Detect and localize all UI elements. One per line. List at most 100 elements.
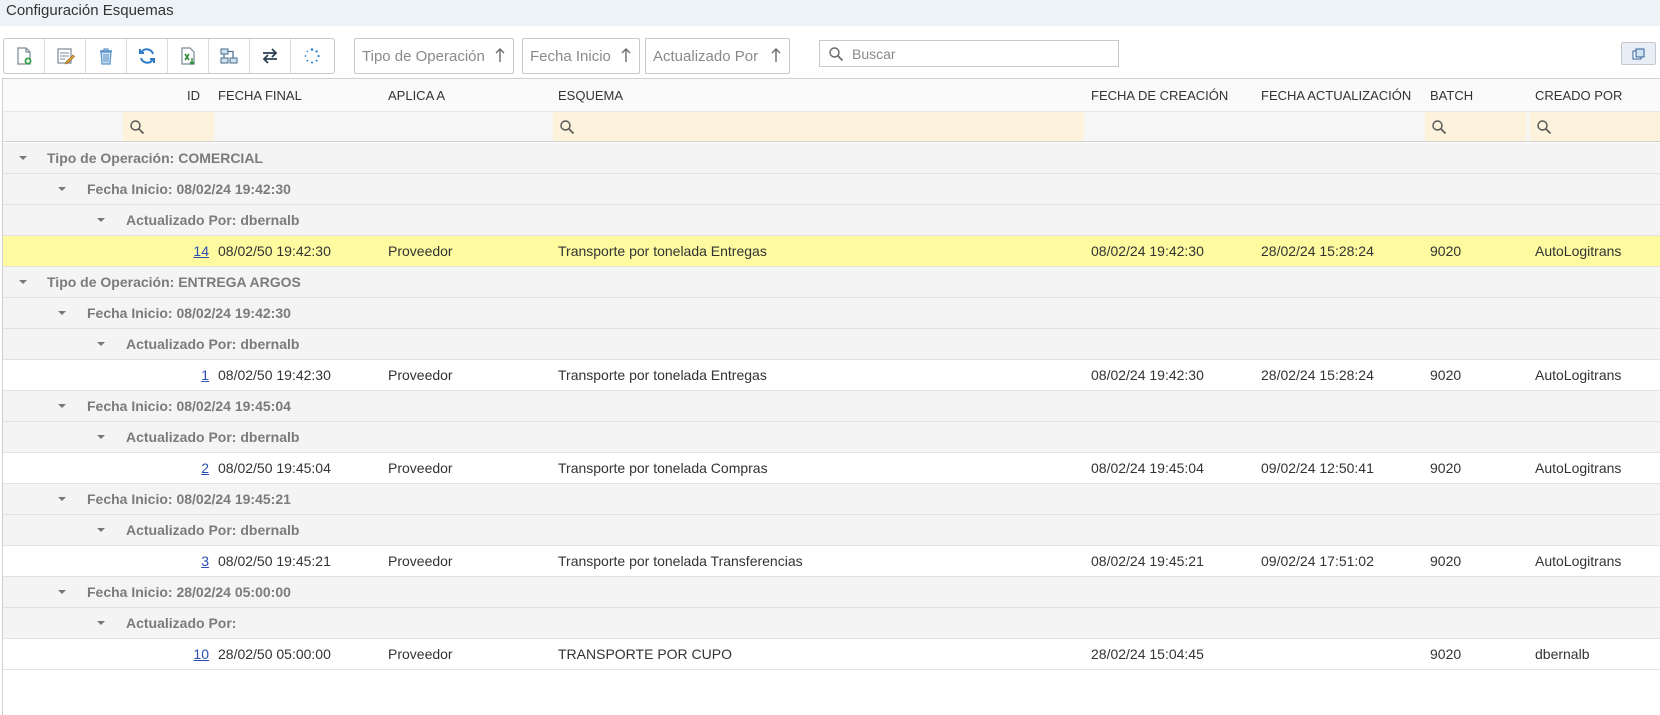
table-row[interactable]: 14 08/02/50 19:42:30 Proveedor Transport… bbox=[3, 236, 1660, 267]
column-header-creado-por[interactable]: CREADO POR bbox=[1535, 88, 1622, 103]
id-link[interactable]: 1 bbox=[169, 367, 209, 383]
group-chip-tipo-operacion[interactable]: Tipo de Operación bbox=[354, 38, 514, 74]
group-row[interactable]: Fecha Inicio: 08/02/24 19:42:30 bbox=[3, 298, 1660, 329]
id-link[interactable]: 3 bbox=[169, 553, 209, 569]
search-icon bbox=[1432, 120, 1447, 135]
collapse-caret-icon[interactable] bbox=[57, 494, 67, 504]
group-chip-label: Fecha Inicio bbox=[530, 47, 611, 65]
cell-fecha-final: 08/02/50 19:45:04 bbox=[218, 460, 331, 476]
table-row[interactable]: 3 08/02/50 19:45:21 Proveedor Transporte… bbox=[3, 546, 1660, 577]
column-header-fecha-creacion[interactable]: FECHA DE CREACIÓN bbox=[1091, 88, 1228, 103]
column-header-id[interactable]: ID bbox=[187, 88, 200, 103]
filter-cell-batch[interactable] bbox=[1425, 112, 1526, 141]
group-label: Actualizado Por: dbernalb bbox=[126, 212, 300, 228]
sort-ascending-icon[interactable] bbox=[494, 46, 506, 64]
filter-cell-esquema[interactable] bbox=[553, 112, 1084, 141]
collapse-caret-icon[interactable] bbox=[57, 401, 67, 411]
column-header-esquema[interactable]: ESQUEMA bbox=[558, 88, 623, 103]
excel-export-icon bbox=[181, 47, 195, 65]
edit-button[interactable] bbox=[45, 39, 86, 73]
group-label: Fecha Inicio: 08/02/24 19:45:04 bbox=[87, 398, 291, 414]
collapse-caret-icon[interactable] bbox=[18, 277, 28, 287]
group-row[interactable]: Fecha Inicio: 08/02/24 19:42:30 bbox=[3, 174, 1660, 205]
cell-fecha-creacion: 08/02/24 19:42:30 bbox=[1091, 243, 1204, 259]
cell-batch: 9020 bbox=[1430, 243, 1462, 259]
toolbar bbox=[3, 38, 335, 74]
cell-creado-por: AutoLogitrans bbox=[1535, 243, 1622, 259]
collapse-caret-icon[interactable] bbox=[96, 339, 106, 349]
swap-button[interactable] bbox=[250, 39, 291, 73]
group-label: Fecha Inicio: 28/02/24 05:00:00 bbox=[87, 584, 291, 600]
table-row[interactable]: 1 08/02/50 19:42:30 Proveedor Transporte… bbox=[3, 360, 1660, 391]
column-header-fecha-final[interactable]: FECHA FINAL bbox=[218, 88, 302, 103]
collapse-caret-icon[interactable] bbox=[96, 215, 106, 225]
cell-fecha-actualizacion: 09/02/24 12:50:41 bbox=[1261, 460, 1374, 476]
cell-aplica-a: Proveedor bbox=[388, 243, 453, 259]
panel-icon bbox=[1632, 48, 1644, 59]
page-title: Configuración Esquemas bbox=[6, 2, 174, 19]
hierarchy-button[interactable] bbox=[209, 39, 250, 73]
filter-cell-id[interactable] bbox=[123, 112, 214, 141]
collapse-caret-icon[interactable] bbox=[96, 432, 106, 442]
group-label: Actualizado Por: dbernalb bbox=[126, 429, 300, 445]
id-link[interactable]: 14 bbox=[169, 243, 209, 259]
cell-fecha-creacion: 08/02/24 19:42:30 bbox=[1091, 367, 1204, 383]
collapse-caret-icon[interactable] bbox=[57, 587, 67, 597]
group-row[interactable]: Fecha Inicio: 08/02/24 19:45:04 bbox=[3, 391, 1660, 422]
search-icon bbox=[1537, 120, 1552, 135]
group-chip-label: Tipo de Operación bbox=[362, 47, 485, 65]
filter-cell-creado-por[interactable] bbox=[1530, 112, 1660, 141]
group-label: Actualizado Por: bbox=[126, 615, 237, 631]
group-label: Actualizado Por: dbernalb bbox=[126, 336, 300, 352]
search-input[interactable] bbox=[852, 45, 1112, 62]
id-link[interactable]: 2 bbox=[169, 460, 209, 476]
group-row[interactable]: Actualizado Por: bbox=[3, 608, 1660, 639]
table-row[interactable]: 10 28/02/50 05:00:00 Proveedor TRANSPORT… bbox=[3, 639, 1660, 670]
refresh-icon bbox=[139, 48, 155, 64]
group-row[interactable]: Tipo de Operación: ENTREGA ARGOS bbox=[3, 267, 1660, 298]
column-header-aplica-a[interactable]: APLICA A bbox=[388, 88, 445, 103]
id-link[interactable]: 10 bbox=[169, 646, 209, 662]
cell-esquema: Transporte por tonelada Compras bbox=[558, 460, 768, 476]
group-row[interactable]: Actualizado Por: dbernalb bbox=[3, 205, 1660, 236]
loading-button[interactable] bbox=[291, 39, 332, 73]
collapse-caret-icon[interactable] bbox=[57, 184, 67, 194]
group-row[interactable]: Actualizado Por: dbernalb bbox=[3, 422, 1660, 453]
group-chip-fecha-inicio[interactable]: Fecha Inicio bbox=[522, 38, 640, 74]
group-row[interactable]: Tipo de Operación: COMERCIAL bbox=[3, 143, 1660, 174]
cell-batch: 9020 bbox=[1430, 553, 1462, 569]
refresh-button[interactable] bbox=[127, 39, 168, 73]
collapse-caret-icon[interactable] bbox=[96, 618, 106, 628]
cell-aplica-a: Proveedor bbox=[388, 460, 453, 476]
panel-toggle-button[interactable] bbox=[1621, 42, 1656, 65]
title-bar: Configuración Esquemas bbox=[0, 0, 1660, 26]
cell-fecha-actualizacion: 28/02/24 15:28:24 bbox=[1261, 243, 1374, 259]
cell-esquema: Transporte por tonelada Transferencias bbox=[558, 553, 803, 569]
new-record-button[interactable] bbox=[4, 39, 45, 73]
export-excel-button[interactable] bbox=[168, 39, 209, 73]
cell-esquema: Transporte por tonelada Entregas bbox=[558, 243, 767, 259]
column-header-batch[interactable]: BATCH bbox=[1430, 88, 1473, 103]
group-label: Tipo de Operación: ENTREGA ARGOS bbox=[47, 274, 301, 290]
group-row[interactable]: Fecha Inicio: 08/02/24 19:45:21 bbox=[3, 484, 1660, 515]
group-row[interactable]: Actualizado Por: dbernalb bbox=[3, 329, 1660, 360]
cell-creado-por: AutoLogitrans bbox=[1535, 367, 1622, 383]
loading-icon bbox=[304, 48, 320, 64]
cell-esquema: TRANSPORTE POR CUPO bbox=[558, 646, 732, 662]
collapse-caret-icon[interactable] bbox=[96, 525, 106, 535]
grid-header: ID FECHA FINAL APLICA A ESQUEMA FECHA DE… bbox=[3, 79, 1660, 112]
group-chip-actualizado-por[interactable]: Actualizado Por bbox=[645, 38, 790, 74]
column-header-fecha-actualizacion[interactable]: FECHA ACTUALIZACIÓN bbox=[1261, 88, 1411, 103]
sort-ascending-icon[interactable] bbox=[620, 46, 632, 64]
hierarchy-icon bbox=[220, 48, 238, 64]
sort-ascending-icon[interactable] bbox=[770, 46, 782, 64]
cell-creado-por: AutoLogitrans bbox=[1535, 460, 1622, 476]
collapse-caret-icon[interactable] bbox=[57, 308, 67, 318]
collapse-caret-icon[interactable] bbox=[18, 153, 28, 163]
group-row[interactable]: Fecha Inicio: 28/02/24 05:00:00 bbox=[3, 577, 1660, 608]
cell-fecha-final: 08/02/50 19:45:21 bbox=[218, 553, 331, 569]
table-row[interactable]: 2 08/02/50 19:45:04 Proveedor Transporte… bbox=[3, 453, 1660, 484]
search-icon bbox=[130, 120, 145, 135]
group-row[interactable]: Actualizado Por: dbernalb bbox=[3, 515, 1660, 546]
delete-button[interactable] bbox=[86, 39, 127, 73]
